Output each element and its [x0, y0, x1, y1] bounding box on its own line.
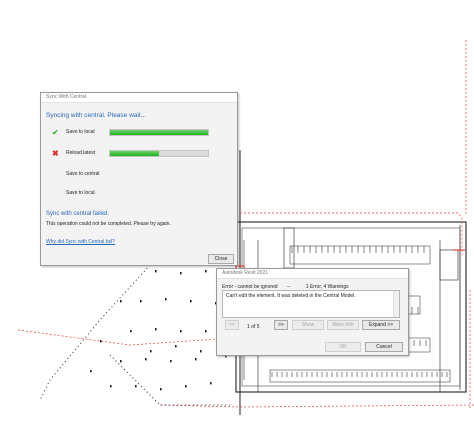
step-label: Save to local [66, 129, 95, 135]
close-button[interactable]: Close [208, 254, 234, 264]
progress-bar-save-to-local [109, 129, 209, 136]
step-label: Reload latest [66, 150, 96, 156]
show-button[interactable]: Show [292, 320, 324, 330]
sync-with-central-dialog: Sync With Central Syncing with central. … [40, 92, 238, 266]
next-button[interactable]: >> [274, 320, 288, 330]
step-label: Save to central [66, 171, 100, 177]
error-x-icon: ✖ [52, 149, 59, 158]
progress-bar-reload-latest [109, 150, 209, 157]
more-info-button[interactable]: More Info [327, 320, 359, 330]
cancel-button[interactable]: Cancel [365, 342, 403, 352]
revit-error-dialog: Autodesk Revit 2021 Error - cannot be ig… [216, 268, 409, 356]
error-message: Can't edit the element. It was deleted i… [226, 293, 356, 299]
ok-button[interactable]: OK [325, 342, 361, 352]
error-message-box[interactable]: Can't edit the element. It was deleted i… [222, 290, 400, 318]
previous-button[interactable]: << [225, 320, 239, 330]
check-icon: ✔ [52, 128, 59, 137]
dialog-title: Sync With Central [41, 93, 237, 103]
page-indicator: 1 of 5 [247, 324, 260, 330]
step-label: Save to local [66, 190, 95, 196]
sync-failed-help-link[interactable]: Why did Sync with Central fail? [46, 239, 115, 245]
expand-button[interactable]: Expand >> [362, 320, 400, 330]
sync-heading: Syncing with central. Please wait... [46, 112, 147, 119]
sync-failed-text: Sync with central failed. [46, 211, 110, 217]
dialog-title: Autodesk Revit 2021 [217, 269, 408, 279]
message-scrollbar[interactable] [393, 291, 399, 317]
operation-failed-text: This operation could not be completed. P… [46, 221, 171, 227]
